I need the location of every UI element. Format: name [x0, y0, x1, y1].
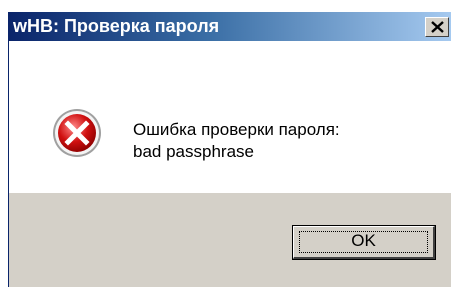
message-line-2: bad passphrase: [133, 142, 254, 161]
close-icon: [431, 21, 444, 33]
ok-button-label: OK: [351, 231, 376, 250]
message-dialog: wHB: Проверка пароля Ошибка проверки пар…: [8, 12, 451, 287]
close-button[interactable]: [425, 17, 449, 37]
message-line-1: Ошибка проверки пароля:: [133, 120, 340, 139]
button-bar: OK: [9, 193, 451, 287]
title-bar[interactable]: wHB: Проверка пароля: [9, 12, 451, 41]
error-message: Ошибка проверки пароля: bad passphrase: [133, 119, 340, 163]
dialog-content: Ошибка проверки пароля: bad passphrase: [9, 41, 451, 193]
ok-button[interactable]: OK: [292, 225, 436, 260]
window-title: wHB: Проверка пароля: [13, 16, 220, 36]
error-icon: [53, 109, 101, 157]
